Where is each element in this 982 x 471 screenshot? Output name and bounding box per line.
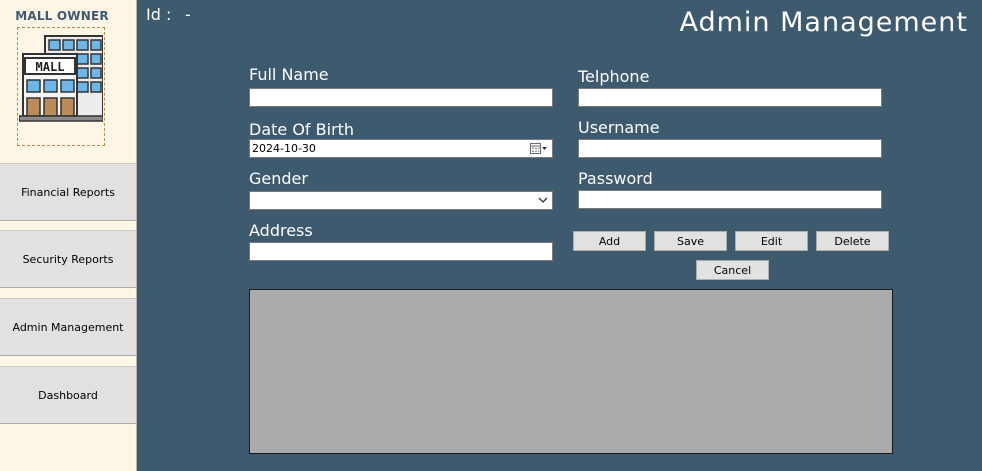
gender-select[interactable] bbox=[249, 191, 553, 210]
username-input[interactable] bbox=[578, 139, 882, 158]
id-label: Id : bbox=[146, 5, 172, 24]
sidebar-item-admin-management[interactable]: Admin Management bbox=[0, 298, 136, 356]
gender-label: Gender bbox=[249, 169, 308, 188]
id-value: - bbox=[185, 5, 191, 24]
mall-building-icon: MALL bbox=[19, 35, 103, 122]
date-of-birth-picker[interactable]: 2024-10-30 bbox=[249, 139, 553, 158]
cancel-button[interactable]: Cancel bbox=[696, 260, 769, 280]
sidebar-item-security-reports[interactable]: Security Reports bbox=[0, 230, 136, 288]
password-label: Password bbox=[578, 169, 653, 188]
telephone-input[interactable] bbox=[578, 88, 882, 107]
username-label: Username bbox=[578, 118, 660, 137]
full-name-label: Full Name bbox=[249, 65, 329, 84]
sidebar-item-financial-reports[interactable]: Financial Reports bbox=[0, 163, 136, 221]
sidebar-item-label: Dashboard bbox=[38, 388, 98, 402]
chevron-down-icon bbox=[538, 197, 548, 203]
app-window: MALL OWNER MALL Financial Reports Securi… bbox=[0, 0, 982, 471]
sidebar-item-label: Security Reports bbox=[22, 252, 114, 266]
add-button[interactable]: Add bbox=[573, 231, 646, 251]
full-name-input[interactable] bbox=[249, 88, 553, 107]
delete-button[interactable]: Delete bbox=[816, 231, 889, 251]
admin-data-grid[interactable] bbox=[249, 289, 893, 454]
sidebar-item-label: Admin Management bbox=[12, 320, 124, 334]
brand-title: MALL OWNER bbox=[15, 9, 109, 23]
edit-button[interactable]: Edit bbox=[735, 231, 808, 251]
date-of-birth-label: Date Of Birth bbox=[249, 120, 355, 139]
logo: MALL bbox=[17, 27, 105, 146]
address-input[interactable] bbox=[249, 242, 553, 261]
telephone-label: Telphone bbox=[578, 67, 650, 86]
svg-text:MALL: MALL bbox=[36, 60, 65, 74]
date-of-birth-value: 2024-10-30 bbox=[252, 142, 316, 155]
sidebar-item-label: Financial Reports bbox=[21, 185, 115, 199]
page-title: Admin Management bbox=[679, 7, 968, 38]
address-label: Address bbox=[249, 221, 313, 240]
save-button[interactable]: Save bbox=[654, 231, 727, 251]
sidebar-item-dashboard[interactable]: Dashboard bbox=[0, 366, 136, 424]
password-input[interactable] bbox=[578, 190, 882, 209]
calendar-icon[interactable] bbox=[530, 143, 548, 154]
sidebar: MALL OWNER MALL Financial Reports Securi… bbox=[0, 0, 137, 471]
